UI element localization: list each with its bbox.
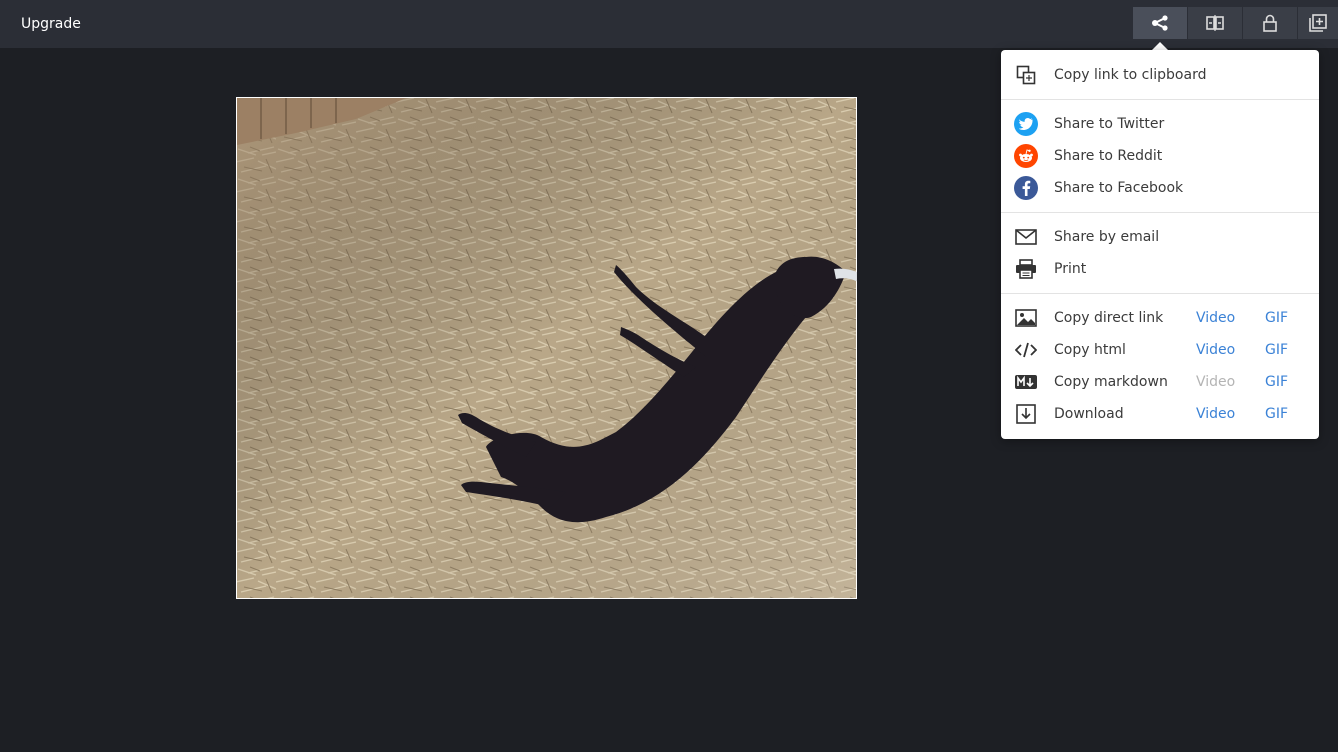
code-icon [1014, 338, 1038, 362]
share-facebook-label: Share to Facebook [1054, 180, 1184, 196]
share-button[interactable] [1133, 7, 1187, 39]
print-item[interactable]: Print [1001, 253, 1319, 285]
lock-button[interactable] [1243, 7, 1297, 39]
media-viewer[interactable] [236, 97, 857, 599]
compare-button[interactable] [1188, 7, 1242, 39]
upgrade-link[interactable]: Upgrade [21, 14, 81, 34]
share-email-item[interactable]: Share by email [1001, 221, 1319, 253]
copy-link-label: Copy link to clipboard [1054, 67, 1207, 83]
markdown-gif-option[interactable]: GIF [1265, 373, 1288, 391]
copy-direct-link-item: Copy direct link Video GIF [1001, 302, 1319, 334]
copy-icon [1014, 63, 1038, 87]
download-video-option[interactable]: Video [1196, 405, 1235, 423]
direct-link-gif-option[interactable]: GIF [1265, 309, 1288, 327]
share-twitter-label: Share to Twitter [1054, 116, 1165, 132]
menu-divider [1001, 212, 1319, 213]
direct-link-video-option[interactable]: Video [1196, 309, 1235, 327]
compare-icon [1206, 15, 1224, 31]
copy-markdown-item: Copy markdown Video GIF [1001, 366, 1319, 398]
share-menu: Copy link to clipboard Share to Twitter [1001, 50, 1319, 439]
menu-caret [1152, 42, 1168, 50]
share-icon [1152, 15, 1168, 31]
menu-divider [1001, 99, 1319, 100]
share-facebook-item[interactable]: Share to Facebook [1001, 172, 1319, 204]
share-reddit-item[interactable]: Share to Reddit [1001, 140, 1319, 172]
download-label: Download [1054, 406, 1124, 422]
top-bar: Upgrade [0, 0, 1338, 48]
share-email-label: Share by email [1054, 229, 1160, 245]
share-reddit-label: Share to Reddit [1054, 148, 1163, 164]
html-gif-option[interactable]: GIF [1265, 341, 1288, 359]
copy-direct-link-label: Copy direct link [1054, 310, 1164, 326]
copy-markdown-label: Copy markdown [1054, 374, 1168, 390]
markdown-icon [1014, 370, 1038, 394]
envelope-icon [1014, 225, 1038, 249]
add-to-collection-button[interactable] [1298, 7, 1338, 39]
menu-divider [1001, 293, 1319, 294]
reddit-icon [1014, 144, 1038, 168]
download-icon [1014, 402, 1038, 426]
copy-html-label: Copy html [1054, 342, 1126, 358]
lock-icon [1263, 14, 1277, 32]
image-icon [1014, 306, 1038, 330]
download-item: Download Video GIF [1001, 398, 1319, 430]
share-twitter-item[interactable]: Share to Twitter [1001, 108, 1319, 140]
copy-link-item[interactable]: Copy link to clipboard [1001, 59, 1319, 91]
html-video-option[interactable]: Video [1196, 341, 1235, 359]
markdown-video-option: Video [1196, 374, 1236, 390]
add-to-collection-icon [1309, 14, 1327, 32]
copy-html-item: Copy html Video GIF [1001, 334, 1319, 366]
print-label: Print [1054, 261, 1087, 277]
printer-icon [1014, 257, 1038, 281]
facebook-icon [1014, 176, 1038, 200]
download-gif-option[interactable]: GIF [1265, 405, 1288, 423]
goat-gif-image [237, 98, 857, 598]
twitter-icon [1014, 112, 1038, 136]
